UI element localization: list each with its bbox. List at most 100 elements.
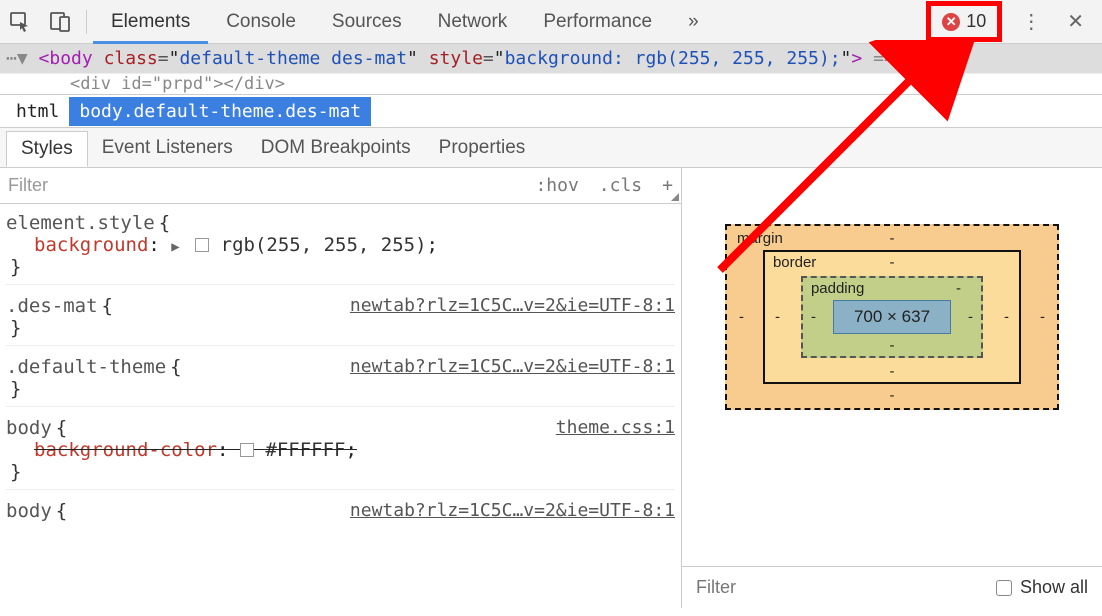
color-swatch-icon[interactable] <box>195 238 209 252</box>
styles-filter-input[interactable]: Filter <box>8 175 515 196</box>
style-value: background: rgb(255, 255, 255); <box>505 48 841 69</box>
panel-tabs: Elements Console Sources Network Perform… <box>93 0 670 44</box>
tab-console[interactable]: Console <box>208 0 314 44</box>
box-margin[interactable]: margin - - - - border - - - - padding - … <box>725 224 1059 410</box>
styles-body: element.style { background: ▶ rgb(255, 2… <box>0 204 681 608</box>
rule-element-style[interactable]: element.style { background: ▶ rgb(255, 2… <box>6 212 675 285</box>
source-link[interactable]: newtab?rlz=1C5C…v=2&ie=UTF-8:1 <box>350 500 675 522</box>
crumb-body[interactable]: body.default-theme.des-mat <box>69 97 371 126</box>
border-top-val: - <box>889 254 894 271</box>
semicolon: ; <box>345 439 356 461</box>
source-link[interactable]: theme.css:1 <box>556 417 675 439</box>
border-bottom-val: - <box>889 363 894 380</box>
selector: body <box>6 500 52 522</box>
brace-open: { <box>170 356 181 378</box>
margin-left-val: - <box>739 309 744 326</box>
annotation-rect <box>926 1 1002 42</box>
declaration[interactable]: background: ▶ rgb(255, 255, 255); <box>6 234 675 256</box>
subtab-properties[interactable]: Properties <box>425 131 540 165</box>
rule-body-theme[interactable]: body { theme.css:1 background-color: #FF… <box>6 417 675 490</box>
class-value: default-theme des-mat <box>179 48 407 69</box>
resize-corner-icon <box>671 193 679 201</box>
rule-des-mat[interactable]: .des-mat { newtab?rlz=1C5C…v=2&ie=UTF-8:… <box>6 295 675 346</box>
computed-sidebar: margin - - - - border - - - - padding - … <box>682 168 1102 608</box>
brace-close: } <box>10 378 21 400</box>
selector: element.style <box>6 212 155 234</box>
cls-toggle[interactable]: .cls <box>599 175 642 196</box>
styles-subtabs: Styles Event Listeners DOM Breakpoints P… <box>0 128 1102 168</box>
tab-overflow[interactable]: » <box>670 0 717 44</box>
computed-filter-input[interactable]: Filter <box>696 577 736 598</box>
tag-body: body <box>49 48 92 69</box>
color-swatch-icon[interactable] <box>240 443 254 457</box>
padding-top-val: - <box>956 280 961 297</box>
inspect-icon[interactable] <box>0 0 40 44</box>
margin-right-val: - <box>1040 309 1045 326</box>
error-count: 10 <box>966 11 986 32</box>
tag-close: > <box>851 48 862 69</box>
toolbar-right: ✕ 10 ⋮ ✕ <box>934 9 1102 34</box>
box-model[interactable]: margin - - - - border - - - - padding - … <box>682 168 1102 566</box>
subtab-styles[interactable]: Styles <box>6 131 88 167</box>
box-content[interactable]: 700 × 637 <box>833 300 951 334</box>
dom-node-child[interactable]: <div id="prpd"></div> <box>0 74 1102 94</box>
source-link[interactable]: newtab?rlz=1C5C…v=2&ie=UTF-8:1 <box>350 295 675 317</box>
colon: : <box>217 439 228 461</box>
error-count-badge[interactable]: ✕ 10 <box>934 9 994 34</box>
rule-default-theme[interactable]: .default-theme { newtab?rlz=1C5C…v=2&ie=… <box>6 356 675 407</box>
tab-network[interactable]: Network <box>420 0 526 44</box>
attr-class: class <box>104 48 158 69</box>
checkbox-icon[interactable] <box>996 580 1012 596</box>
margin-label: margin <box>737 230 783 247</box>
css-val: #FFFFFF <box>265 439 345 461</box>
settings-kebab-icon[interactable]: ⋮ <box>1007 9 1055 34</box>
subtab-event-listeners[interactable]: Event Listeners <box>88 131 247 165</box>
colon: : <box>148 234 159 256</box>
brace-close: } <box>10 317 21 339</box>
rule-body-newtab[interactable]: body { newtab?rlz=1C5C…v=2&ie=UTF-8:1 <box>6 500 675 528</box>
breadcrumb: html body.default-theme.des-mat <box>0 94 1102 128</box>
dom-gutter: ⋯▼ <box>6 48 28 69</box>
subtab-dom-breakpoints[interactable]: DOM Breakpoints <box>247 131 425 165</box>
padding-left-val: - <box>811 309 816 326</box>
selector: .des-mat <box>6 295 98 317</box>
selector: .default-theme <box>6 356 166 378</box>
dom-tree[interactable]: ⋯▼ <body class="default-theme des-mat" s… <box>0 44 1102 94</box>
equals: = <box>158 48 169 69</box>
border-left-val: - <box>775 309 780 326</box>
padding-bottom-val: - <box>889 337 894 354</box>
attr-style: style <box>429 48 483 69</box>
toolbar-divider <box>86 10 87 34</box>
box-padding[interactable]: padding - - - - 700 × 637 <box>801 276 983 358</box>
toolbar-divider <box>1000 10 1001 34</box>
source-link[interactable]: newtab?rlz=1C5C…v=2&ie=UTF-8:1 <box>350 356 675 378</box>
tab-performance[interactable]: Performance <box>525 0 670 44</box>
tab-elements[interactable]: Elements <box>93 0 208 44</box>
main-area: Filter :hov .cls + element.style { backg… <box>0 168 1102 608</box>
brace-open: { <box>159 212 170 234</box>
margin-top-val: - <box>889 230 894 247</box>
hov-toggle[interactable]: :hov <box>535 175 578 196</box>
close-icon[interactable]: ✕ <box>1055 9 1096 34</box>
tag-open: < <box>39 48 50 69</box>
show-all-label: Show all <box>1020 577 1088 598</box>
device-toggle-icon[interactable] <box>40 0 80 44</box>
error-icon: ✕ <box>942 13 960 31</box>
tab-sources[interactable]: Sources <box>314 0 420 44</box>
brace-open: { <box>56 500 67 522</box>
box-border[interactable]: border - - - - padding - - - - 700 × 637 <box>763 250 1021 384</box>
semicolon: ; <box>427 234 438 256</box>
css-val: rgb(255, 255, 255) <box>221 234 427 256</box>
brace-open: { <box>102 295 113 317</box>
devtools-toolbar: Elements Console Sources Network Perform… <box>0 0 1102 44</box>
dom-node-body[interactable]: ⋯▼ <body class="default-theme des-mat" s… <box>0 44 1102 74</box>
margin-bottom-val: - <box>889 387 894 404</box>
declaration-overridden[interactable]: background-color: #FFFFFF; <box>6 439 675 461</box>
brace-close: } <box>10 461 21 483</box>
show-all-toggle[interactable]: Show all <box>996 577 1088 598</box>
padding-right-val: - <box>968 309 973 326</box>
crumb-html[interactable]: html <box>6 97 69 126</box>
dom-tail: == <box>862 48 895 69</box>
css-prop: background-color <box>34 439 217 461</box>
disclosure-triangle-icon[interactable]: ▶ <box>171 239 179 255</box>
